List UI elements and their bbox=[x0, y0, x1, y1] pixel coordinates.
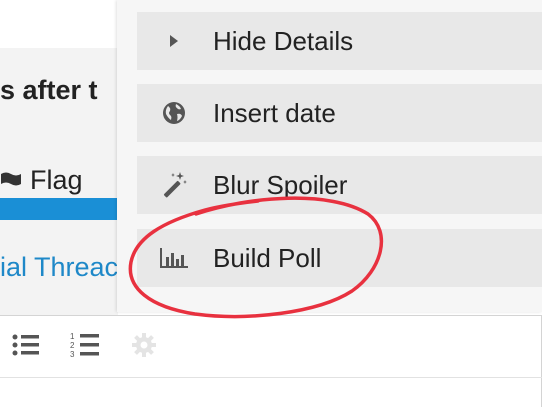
page: s after t Flag ial Threac 1 2 3 Hide Det… bbox=[0, 0, 542, 407]
gear-icon[interactable] bbox=[130, 331, 158, 364]
svg-text:2: 2 bbox=[70, 341, 75, 350]
menu-item-label: Blur Spoiler bbox=[213, 170, 348, 200]
magic-wand-icon bbox=[157, 156, 191, 214]
menu-item-hide-details[interactable]: Hide Details bbox=[137, 12, 542, 70]
globe-icon bbox=[157, 84, 191, 142]
svg-text:3: 3 bbox=[70, 350, 75, 359]
toolbar-divider bbox=[0, 377, 542, 378]
flag-label: Flag bbox=[30, 164, 83, 195]
post-header-box bbox=[0, 0, 118, 48]
menu-item-insert-date[interactable]: Insert date bbox=[137, 84, 542, 142]
svg-text:1: 1 bbox=[70, 332, 75, 341]
flag-icon bbox=[0, 169, 22, 191]
post-title: s after t bbox=[0, 75, 98, 105]
bar-chart-icon bbox=[157, 229, 191, 287]
flag-button[interactable]: Flag bbox=[0, 160, 118, 200]
bullet-list-icon[interactable] bbox=[12, 331, 40, 364]
numbered-list-icon[interactable]: 1 2 3 bbox=[70, 331, 100, 366]
caret-right-icon bbox=[157, 12, 191, 70]
flag-active-indicator bbox=[0, 198, 118, 220]
menu-item-blur-spoiler[interactable]: Blur Spoiler bbox=[137, 156, 542, 214]
menu-item-label: Insert date bbox=[213, 98, 336, 128]
menu-item-label: Hide Details bbox=[213, 26, 354, 56]
menu-item-label: Build Poll bbox=[213, 243, 322, 273]
menu-item-build-poll[interactable]: Build Poll bbox=[137, 229, 542, 287]
thread-link[interactable]: ial Threac bbox=[0, 252, 118, 283]
